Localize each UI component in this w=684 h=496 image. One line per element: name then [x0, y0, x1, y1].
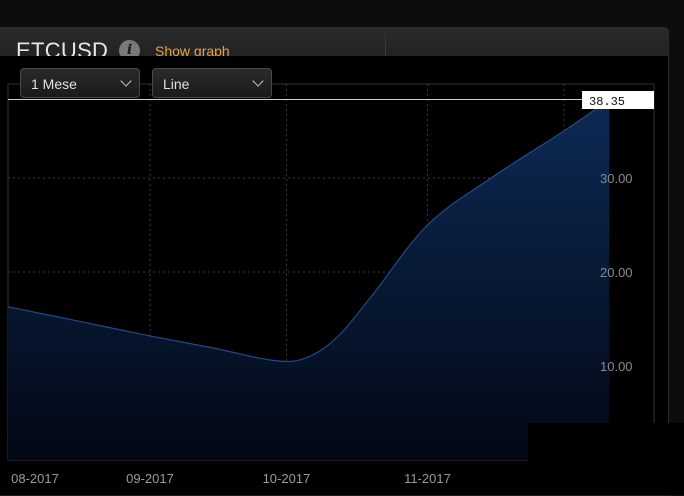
x-tick-label: 08-2017: [11, 471, 59, 486]
y-tick-label: 30.00: [600, 171, 633, 186]
last-price-label: 38.35: [589, 95, 625, 109]
period-select-value: 1 Mese: [31, 76, 77, 92]
y-tick-label: 20.00: [600, 265, 633, 280]
chevron-down-icon: [120, 75, 132, 87]
chart-type-select-value: Line: [163, 76, 190, 92]
period-select[interactable]: 1 Mese: [20, 68, 140, 98]
x-tick-label: 11-2017: [404, 471, 451, 486]
x-tick-label: 09-2017: [126, 471, 174, 486]
x-tick-label: 10-2017: [263, 471, 311, 486]
corner-mask: [528, 423, 684, 495]
y-tick-label: 10.00: [600, 359, 633, 374]
x-axis-ticks: 08-201709-201710-201711-201712-2017: [11, 471, 588, 486]
chevron-down-icon: [252, 75, 264, 87]
price-area-fill: [8, 99, 610, 460]
chart-type-select[interactable]: Line: [152, 68, 272, 98]
